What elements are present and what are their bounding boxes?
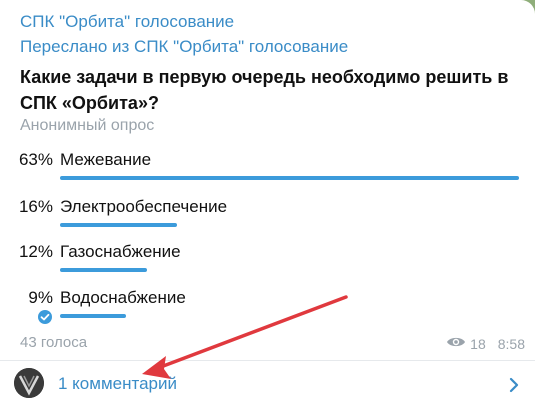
avatar[interactable] [14, 368, 44, 398]
comments-link[interactable]: 1 комментарий [58, 374, 177, 394]
message-time: 8:58 [497, 335, 525, 352]
divider [0, 360, 535, 361]
option-bar [60, 314, 126, 318]
option-bar [60, 176, 519, 180]
poll-message: СПК "Орбита" голосование Переслано из СП… [0, 0, 535, 409]
option-percent: 12% [18, 242, 53, 261]
option-percent: 9% [28, 288, 53, 307]
chevron-right-icon[interactable] [507, 376, 521, 394]
option-bar [60, 268, 147, 272]
votes-count: 43 голоса [20, 334, 88, 351]
message-meta: 18 8:58 [446, 335, 525, 352]
option-label: Электрообеспечение [60, 197, 228, 216]
views-count: 18 [470, 335, 486, 352]
option-bar [60, 223, 177, 227]
poll-type-label: Анонимный опрос [20, 117, 155, 134]
eye-icon [446, 335, 466, 352]
option-percent: 63% [18, 150, 53, 169]
option-percent: 16% [18, 197, 53, 216]
poll-option: 12% Газоснабжение [0, 242, 535, 282]
option-label: Водоснабжение [60, 288, 186, 307]
check-circle-icon [38, 310, 52, 324]
channel-title[interactable]: СПК "Орбита" голосование [20, 12, 234, 32]
option-label: Газоснабжение [60, 242, 181, 261]
forwarded-from[interactable]: Переслано из СПК "Орбита" голосование [20, 37, 348, 57]
option-label: Межевание [60, 150, 152, 169]
poll-option: 16% Электрообеспечение [0, 197, 535, 237]
poll-option-selected: 9% Водоснабжение [0, 288, 535, 328]
poll-question: Какие задачи в первую очередь необходимо… [20, 67, 509, 113]
poll-option: 63% Межевание [0, 150, 535, 190]
